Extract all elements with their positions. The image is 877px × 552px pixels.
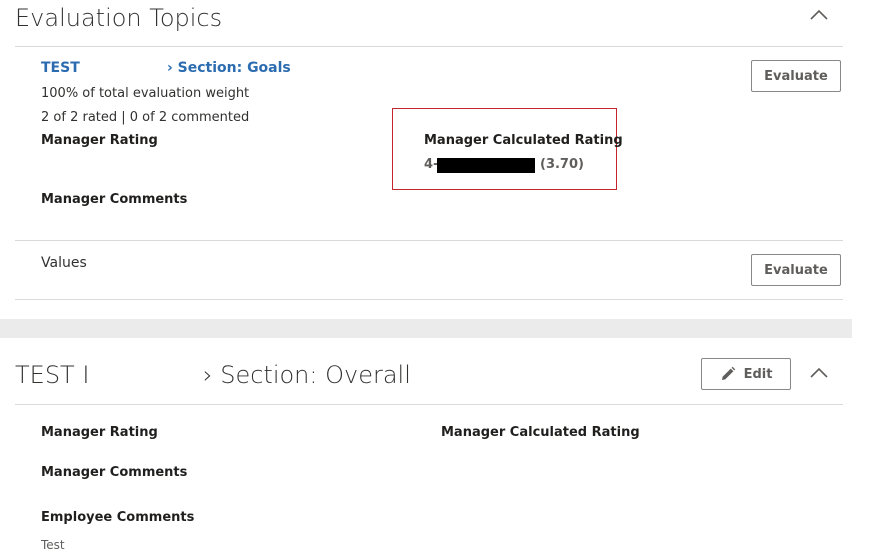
redacted-block (437, 158, 535, 173)
overall-manager-comments-label: Manager Comments (41, 465, 188, 480)
overall-manager-rating-label: Manager Rating (41, 425, 158, 440)
calculated-rating-score: (3.70) (540, 157, 584, 172)
page-title: Evaluation Topics (15, 4, 223, 32)
overall-edit-button[interactable]: Edit (701, 358, 791, 390)
manager-comments-label: Manager Comments (41, 192, 188, 207)
overall-title-left: TEST I (15, 361, 90, 389)
overall-collapse-chevron-up-icon[interactable] (808, 366, 830, 380)
goals-divider (15, 240, 843, 241)
employee-comment-value: Test (41, 538, 65, 552)
section-separator (0, 319, 852, 338)
overall-title-right: › Section: Overall (203, 361, 411, 389)
employee-comments-label: Employee Comments (41, 510, 195, 525)
goals-weight-text: 100% of total evaluation weight (41, 86, 250, 101)
goals-section-link[interactable]: › Section: Goals (167, 60, 291, 76)
pencil-icon (721, 366, 735, 380)
overall-divider (15, 404, 843, 405)
edit-label: Edit (743, 366, 773, 382)
goals-progress-text: 2 of 2 rated | 0 of 2 commented (41, 110, 250, 125)
calculated-rating-label: Manager Calculated Rating (424, 133, 623, 148)
header-divider (15, 46, 843, 47)
values-divider (15, 299, 843, 300)
values-label: Values (41, 255, 87, 271)
overall-calculated-rating-label: Manager Calculated Rating (441, 425, 640, 440)
manager-rating-label: Manager Rating (41, 133, 158, 148)
calculated-rating-highlight (392, 108, 617, 190)
goals-evaluate-button[interactable]: Evaluate (751, 60, 841, 92)
goals-link-left[interactable]: TEST (41, 60, 80, 76)
collapse-chevron-up-icon[interactable] (808, 8, 830, 22)
values-evaluate-button[interactable]: Evaluate (751, 254, 841, 286)
